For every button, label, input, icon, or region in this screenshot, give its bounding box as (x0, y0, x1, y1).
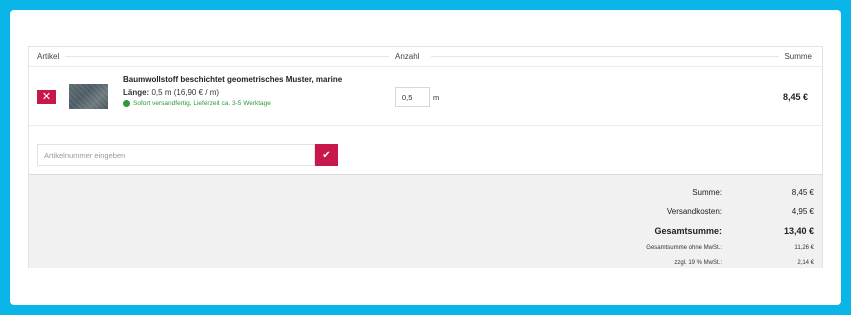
gesamtsumme-label: Gesamtsumme: (654, 226, 722, 236)
netto-label: Gesamtsumme ohne MwSt.: (646, 245, 722, 251)
check-icon: ✔ (322, 149, 331, 161)
gesamtsumme-value: 13,40 € (783, 226, 814, 236)
mwst-value: 2,14 € (797, 260, 814, 266)
summe-value: 8,45 € (791, 188, 814, 197)
header-divider (65, 56, 389, 57)
cart-table: Artikel Anzahl Summe ✕ Baumwollstoff bes… (28, 46, 823, 268)
product-image[interactable] (69, 84, 108, 109)
quantity-unit: m (433, 93, 440, 102)
mwst-label: zzgl. 19 % MwSt.: (674, 260, 722, 266)
summe-label: Summe: (692, 188, 722, 197)
netto-value: 11,26 € (794, 245, 814, 251)
quantity-input[interactable] (395, 87, 430, 107)
versandkosten-value: 4,95 € (791, 207, 814, 216)
table-header: Artikel Anzahl Summe (29, 47, 822, 65)
availability-text: Sofort versandfertig, Lieferzeit ca. 3-5… (133, 100, 271, 107)
product-name[interactable]: Baumwollstoff beschichtet geometrisches … (123, 75, 342, 84)
versandkosten-label: Versandkosten: (666, 207, 722, 216)
availability-status: Sofort versandfertig, Lieferzeit ca. 3-5… (123, 100, 271, 107)
column-header-artikel: Artikel (37, 52, 60, 61)
length-label: Länge: (123, 88, 150, 97)
cart-item-row: ✕ Baumwollstoff beschichtet geometrische… (29, 66, 822, 126)
product-length: Länge: 0,5 m (16,90 € / m) (123, 88, 219, 97)
close-icon: ✕ (41, 91, 52, 103)
column-header-anzahl: Anzahl (395, 52, 420, 61)
totals-panel: Summe: 8,45 € Versandkosten: 4,95 € Gesa… (29, 174, 822, 268)
add-article-button[interactable]: ✔ (315, 144, 338, 166)
item-sum: 8,45 € (782, 92, 808, 102)
availability-dot-icon (123, 100, 130, 107)
length-value: 0,5 m (16,90 € / m) (151, 88, 220, 97)
header-divider (431, 56, 779, 57)
add-article-row: ✔ (29, 127, 822, 174)
column-header-summe: Summe (784, 52, 812, 61)
article-number-input[interactable] (37, 144, 315, 166)
page-frame: Artikel Anzahl Summe ✕ Baumwollstoff bes… (10, 10, 841, 305)
remove-item-button[interactable]: ✕ (37, 90, 56, 104)
